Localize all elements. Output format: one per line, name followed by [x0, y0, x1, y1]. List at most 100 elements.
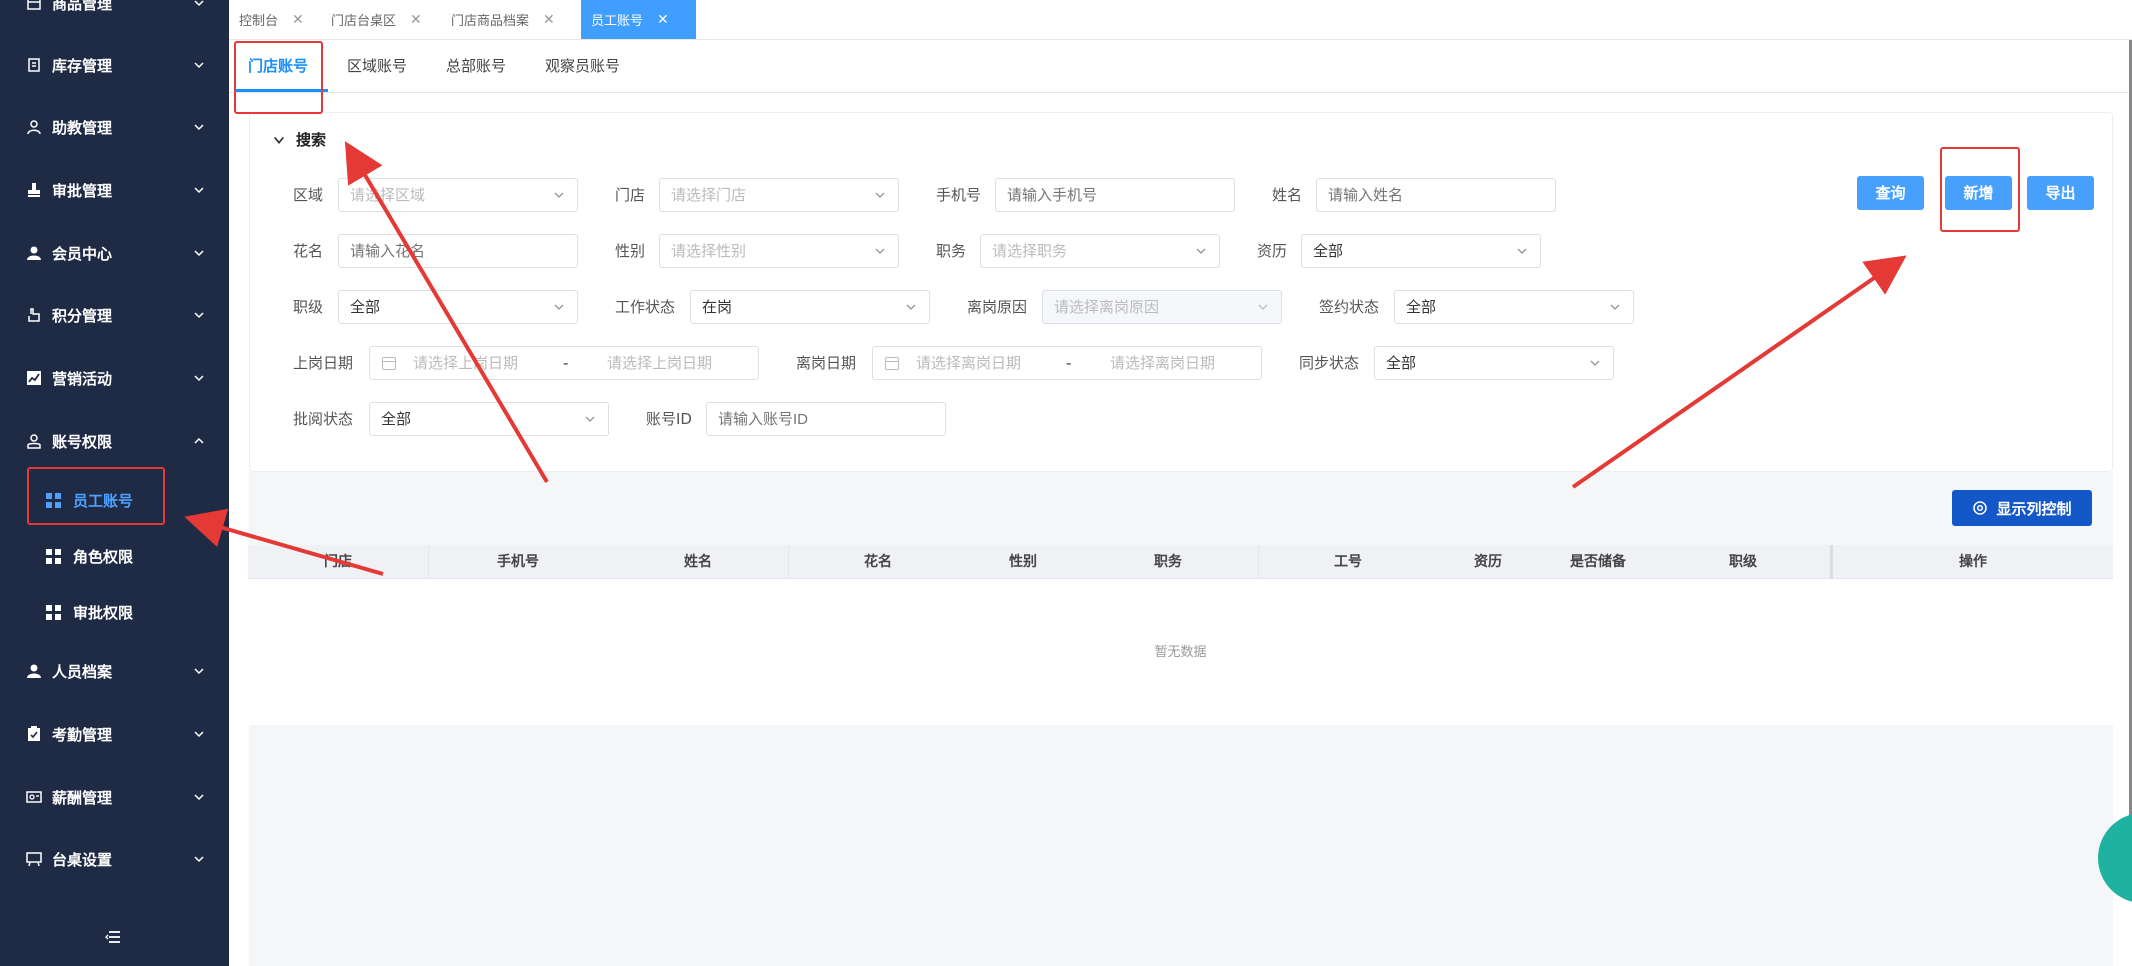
name-label: 姓名 — [1272, 186, 1303, 204]
sidebar-item-marketing[interactable]: 营销活动 — [0, 349, 229, 407]
chevron-down-icon — [906, 304, 916, 310]
sync-status-value: 全部 — [1386, 354, 1417, 372]
sidebar-item-attendance[interactable]: 考勤管理 — [0, 705, 229, 763]
sync-status-select[interactable]: 全部 — [1374, 346, 1614, 380]
contract-status-value: 全部 — [1406, 298, 1437, 316]
store-placeholder: 请选择门店 — [671, 186, 747, 204]
column-header-reserve[interactable]: 是否储备 — [1538, 545, 1658, 579]
onboard-date-end[interactable]: 请选择上岗日期 — [607, 347, 712, 379]
column-header-rank[interactable]: 职级 — [1658, 545, 1828, 579]
review-status-value: 全部 — [381, 410, 412, 428]
annotation-box-add-button — [1940, 147, 2020, 232]
sidebar-item-points[interactable]: 积分管理 — [0, 286, 229, 344]
account-id-input[interactable] — [706, 402, 946, 436]
tab-observer-account[interactable]: 观察员账号 — [545, 40, 620, 93]
onboard-date-range[interactable]: 请选择上岗日期 - 请选择上岗日期 — [369, 346, 759, 380]
close-icon[interactable]: ✕ — [657, 12, 669, 28]
rank-select[interactable]: 全部 — [338, 290, 578, 324]
sidebar-item-label: 台桌设置 — [52, 850, 113, 869]
region-select[interactable]: 请选择区域 — [338, 178, 578, 212]
column-header-position[interactable]: 职务 — [1078, 545, 1258, 579]
leave-date-end[interactable]: 请选择离岗日期 — [1110, 347, 1215, 379]
leave-reason-label: 离岗原因 — [967, 298, 1028, 316]
export-button[interactable]: 导出 — [2027, 176, 2094, 210]
leave-date-range[interactable]: 请选择离岗日期 - 请选择离岗日期 — [872, 346, 1262, 380]
search-panel: 搜索 区域 请选择区域 门店 请选择门店 手机号 姓名 查询 新增 导出 花名 — [249, 112, 2113, 472]
leave-reason-placeholder: 请选择离岗原因 — [1054, 298, 1160, 316]
annotation-box-staff-account — [27, 467, 165, 525]
chevron-down-icon — [194, 856, 204, 863]
sidebar-item-goods[interactable]: 商品管理 — [0, 0, 229, 32]
sidebar-item-personnel[interactable]: 人员档案 — [0, 642, 229, 700]
column-header-employee-no[interactable]: 工号 — [1258, 545, 1438, 579]
column-header-phone[interactable]: 手机号 — [428, 545, 608, 579]
close-icon[interactable]: ✕ — [292, 12, 304, 28]
gender-placeholder: 请选择性别 — [671, 242, 747, 260]
menu-collapse-icon[interactable] — [104, 929, 124, 945]
sidebar-item-assistant[interactable]: 助教管理 — [0, 98, 229, 156]
empty-state-text: 暂无数据 — [1154, 645, 1207, 660]
sidebar-item-account-permissions[interactable]: 账号权限 — [0, 412, 229, 470]
chevron-down-icon — [194, 124, 204, 131]
name-input[interactable] — [1316, 178, 1556, 212]
account-type-tabs: 门店账号 区域账号 总部账号 观察员账号 — [229, 40, 2132, 93]
onboard-date-label: 上岗日期 — [293, 354, 354, 372]
page-tab-staff-account[interactable]: 员工账号 ✕ — [581, 0, 696, 39]
sidebar-subitem-role-permissions[interactable]: 角色权限 — [28, 531, 164, 581]
gender-label: 性别 — [615, 242, 646, 260]
settings-icon — [1973, 501, 1988, 515]
sidebar-subitem-label: 角色权限 — [73, 547, 134, 566]
sidebar-item-salary[interactable]: 薪酬管理 — [0, 768, 229, 826]
nickname-input[interactable] — [338, 234, 578, 268]
account-icon — [24, 431, 44, 451]
position-select[interactable]: 请选择职务 — [980, 234, 1220, 268]
sidebar-subitem-approval-permissions[interactable]: 审批权限 — [28, 587, 164, 637]
grid-icon — [46, 604, 61, 620]
leave-date-start[interactable]: 请选择离岗日期 — [916, 347, 1021, 379]
date-separator: - — [563, 354, 569, 372]
sidebar-item-inventory[interactable]: 库存管理 — [0, 36, 229, 94]
work-status-select[interactable]: 在岗 — [690, 290, 930, 324]
review-status-select[interactable]: 全部 — [369, 402, 609, 436]
sidebar-item-table-settings[interactable]: 台桌设置 — [0, 830, 229, 888]
page-tab-store-goods[interactable]: 门店商品档案 ✕ — [441, 0, 565, 39]
column-divider — [1258, 545, 1259, 579]
chevron-down-icon — [194, 312, 204, 319]
person-icon — [24, 661, 44, 681]
onboard-date-start[interactable]: 请选择上岗日期 — [413, 347, 518, 379]
phone-input[interactable] — [995, 178, 1235, 212]
column-header-store[interactable]: 门店 — [248, 545, 428, 579]
page-tab-store-table-area[interactable]: 门店台桌区 ✕ — [321, 0, 432, 39]
column-header-name[interactable]: 姓名 — [608, 545, 788, 579]
sidebar-item-label: 审批管理 — [52, 181, 113, 200]
page-tab-console[interactable]: 控制台 ✕ — [229, 0, 314, 39]
column-control-button[interactable]: 显示列控制 — [1952, 490, 2092, 526]
chevron-down-icon — [1258, 304, 1268, 310]
fixed-column-divider — [1830, 545, 1833, 579]
position-placeholder: 请选择职务 — [992, 242, 1068, 260]
query-button[interactable]: 查询 — [1857, 176, 1924, 210]
column-header-gender[interactable]: 性别 — [968, 545, 1078, 579]
gender-select[interactable]: 请选择性别 — [659, 234, 899, 268]
column-header-nickname[interactable]: 花名 — [788, 545, 968, 579]
column-header-actions[interactable]: 操作 — [1833, 545, 2113, 579]
tab-hq-account[interactable]: 总部账号 — [446, 40, 506, 93]
contract-status-select[interactable]: 全部 — [1394, 290, 1634, 324]
work-status-value: 在岗 — [702, 298, 733, 316]
seniority-select[interactable]: 全部 — [1301, 234, 1541, 268]
annotation-box-store-tab — [234, 41, 323, 114]
table-header: 门店 手机号 姓名 花名 性别 职务 工号 资历 是否储备 职级 操作 — [248, 545, 2113, 579]
close-icon[interactable]: ✕ — [543, 12, 555, 28]
sidebar-item-label: 助教管理 — [52, 118, 113, 137]
tab-region-account[interactable]: 区域账号 — [347, 40, 407, 93]
search-toggle[interactable]: 搜索 — [272, 129, 326, 150]
store-select[interactable]: 请选择门店 — [659, 178, 899, 212]
grid-icon — [46, 548, 61, 564]
close-icon[interactable]: ✕ — [410, 12, 422, 28]
chevron-down-icon — [194, 250, 204, 257]
sidebar-item-approval[interactable]: 审批管理 — [0, 161, 229, 219]
salary-icon — [24, 787, 44, 807]
column-header-seniority[interactable]: 资历 — [1438, 545, 1538, 579]
review-status-label: 批阅状态 — [293, 410, 354, 428]
sidebar-item-member[interactable]: 会员中心 — [0, 224, 229, 282]
